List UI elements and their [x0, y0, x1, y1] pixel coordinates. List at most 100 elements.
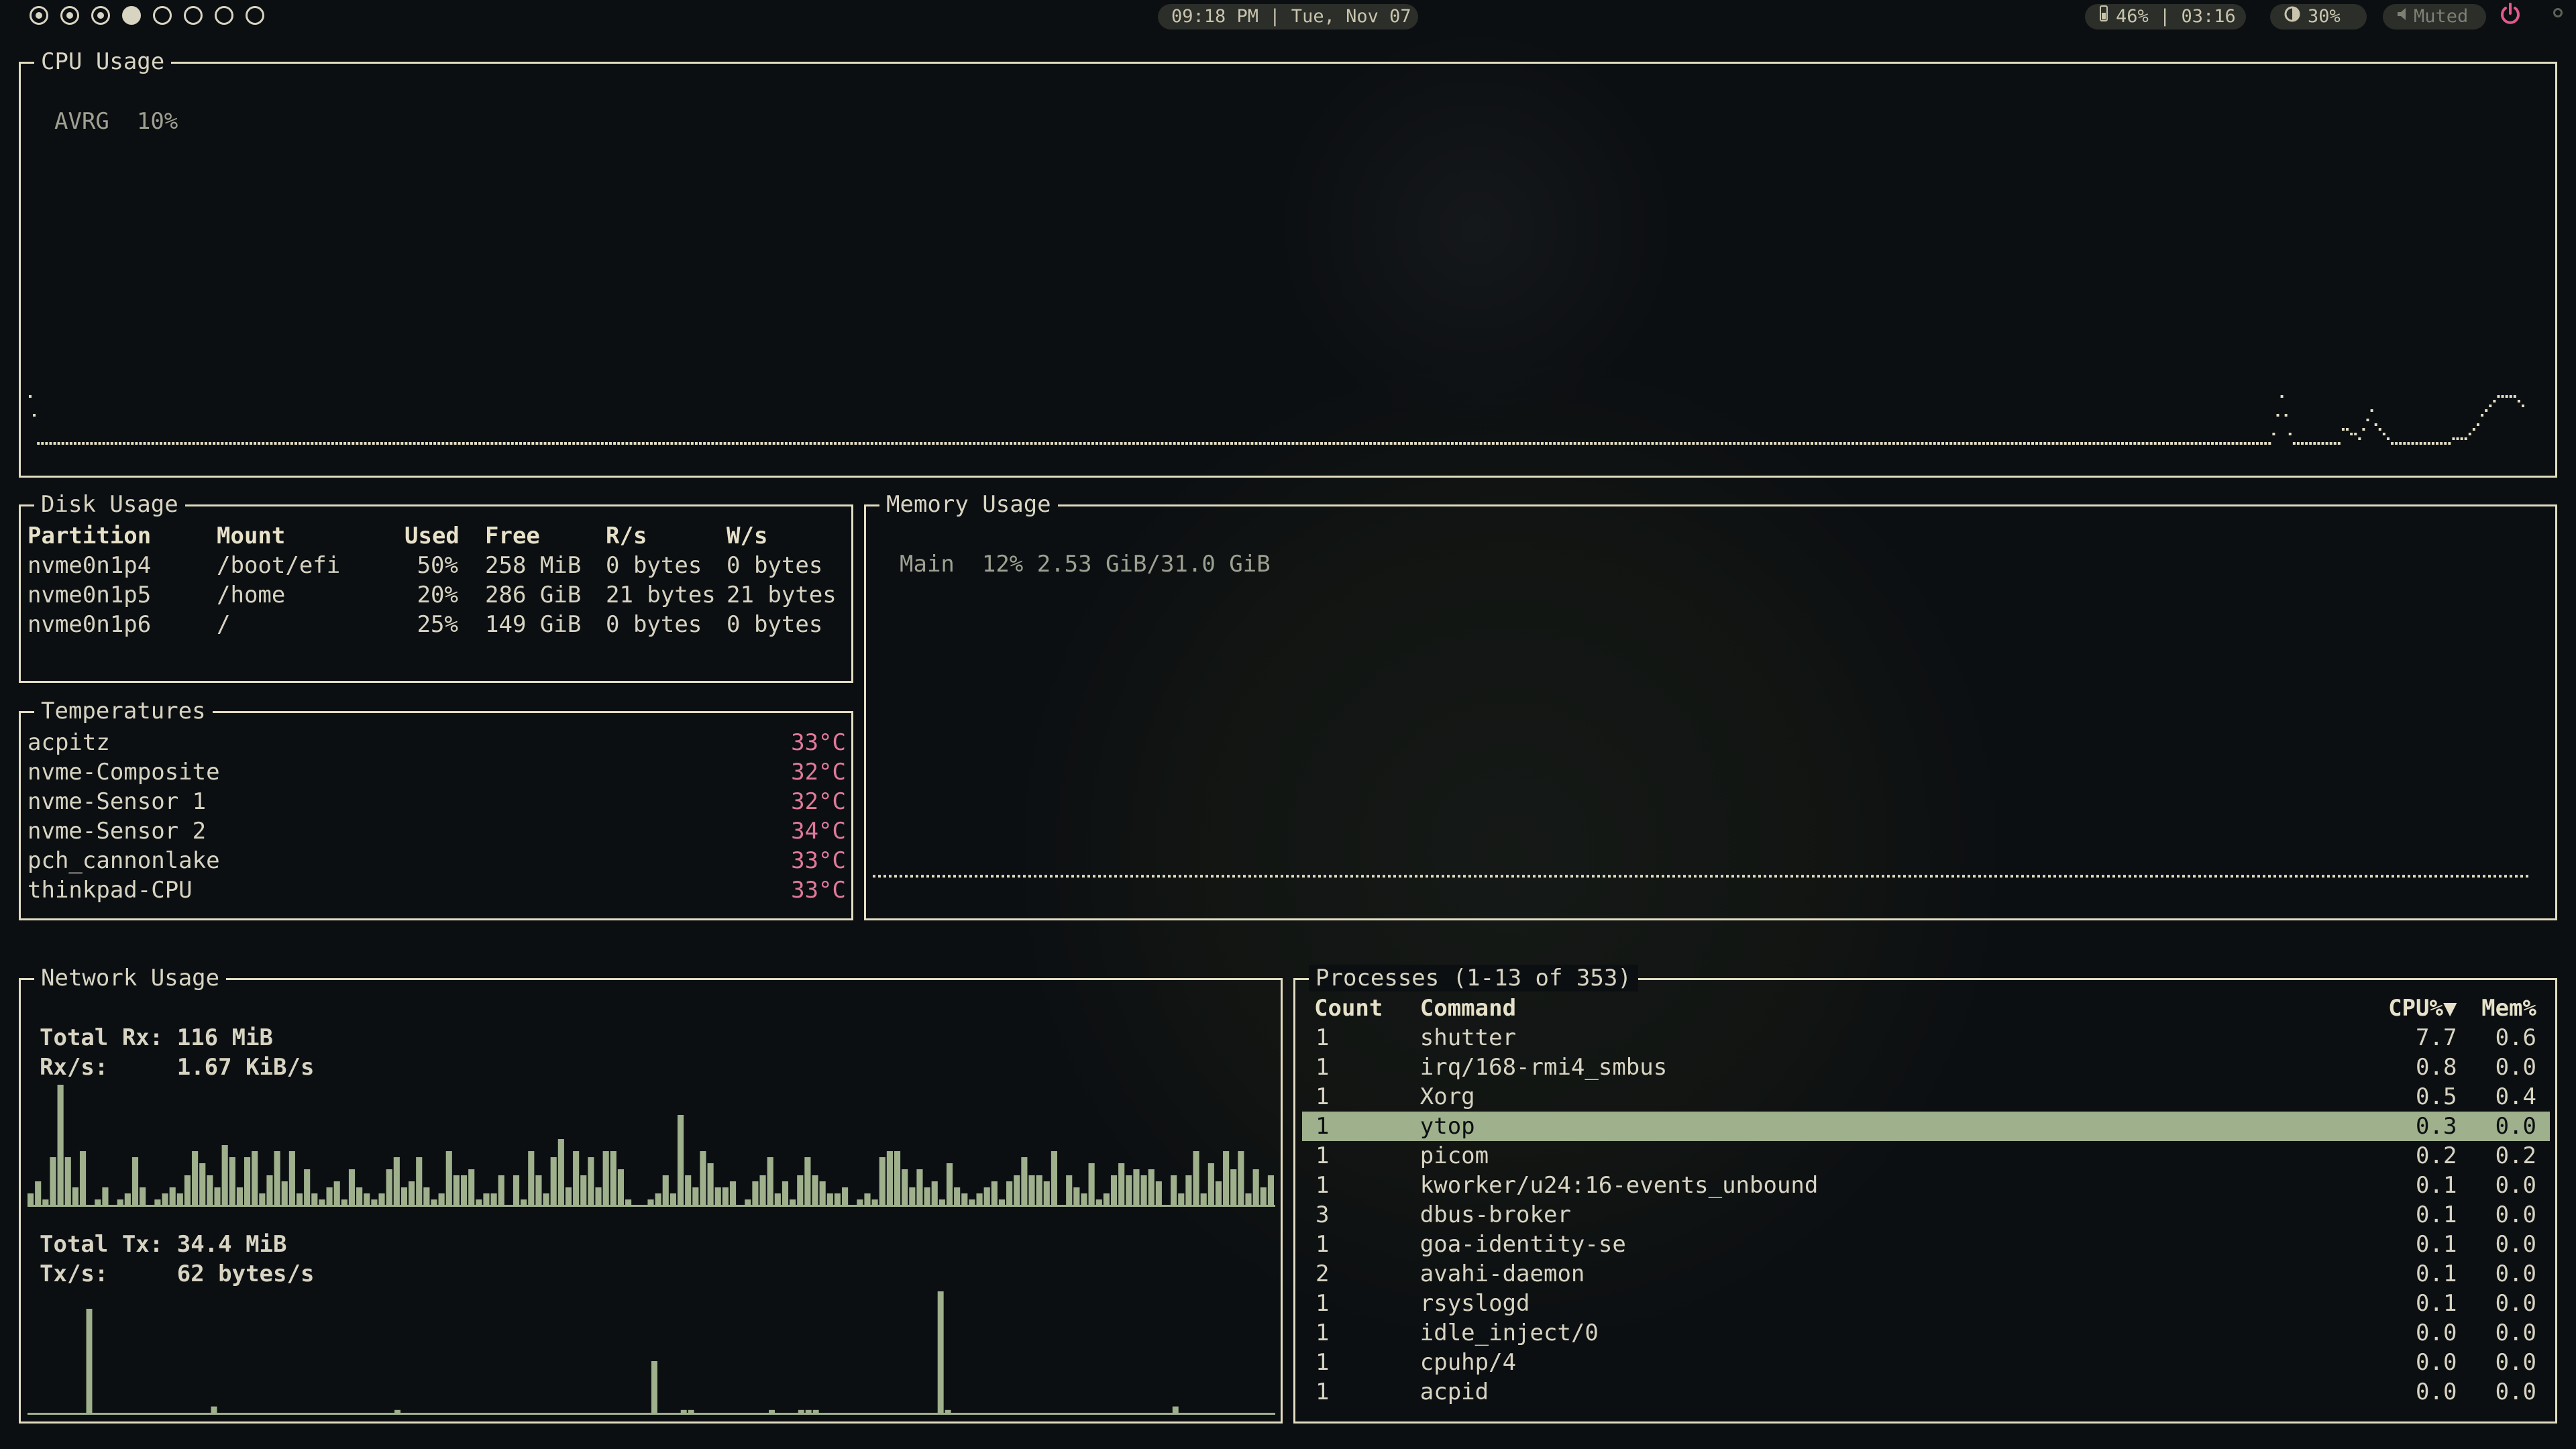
process-row[interactable]: 3 dbus-broker 0.1 0.0	[1302, 1200, 2550, 1230]
cpu-point	[1945, 442, 1949, 445]
cpu-point	[2068, 442, 2071, 445]
cpu-point	[2125, 442, 2129, 445]
process-row[interactable]: 1 kworker/u24:16-events_unbound 0.1 0.0	[1302, 1171, 2550, 1200]
cpu-point	[2084, 442, 2088, 445]
memory-point	[1345, 875, 1348, 878]
brightness-pill[interactable]: 30%	[2270, 4, 2367, 30]
workspace-8-icon[interactable]	[246, 6, 264, 25]
volume-pill[interactable]: Muted	[2383, 4, 2486, 30]
process-row[interactable]: 1 goa-identity-se 0.1 0.0	[1302, 1230, 2550, 1259]
memory-point	[1603, 875, 1605, 878]
workspace-3-icon[interactable]	[91, 6, 110, 25]
cpu-point	[719, 442, 722, 445]
cpu-point	[539, 442, 543, 445]
clock-text: 09:18 PM | Tue, Nov 07	[1171, 6, 1411, 27]
process-cell: 0.0	[2495, 1320, 2536, 1346]
cpu-point	[61, 442, 64, 445]
power-icon[interactable]	[2500, 3, 2521, 33]
memory-point	[980, 875, 983, 878]
memory-point	[1350, 875, 1353, 878]
process-row[interactable]: 1 idle_inject/0 0.0 0.0	[1302, 1318, 2550, 1348]
process-row[interactable]: 1 irq/168-rmi4_smbus 0.8 0.0	[1302, 1053, 2550, 1082]
memory-point	[1340, 875, 1342, 878]
process-row[interactable]: 1 shutter 7.7 0.6	[1302, 1023, 2550, 1053]
cpu-point	[576, 442, 580, 445]
disk-row: nvme0n1p6 / 25% 149 GiB 0 bytes 0 bytes	[28, 610, 847, 639]
cpu-point	[1508, 442, 1511, 445]
process-header-cell[interactable]: Count	[1302, 994, 1420, 1023]
process-row[interactable]: 1 rsyslogd 0.1 0.0	[1302, 1289, 2550, 1318]
sparkline-bar	[916, 1169, 923, 1205]
process-header-cell[interactable]: Command	[1420, 994, 2358, 1023]
processes-table[interactable]: Count Command CPU%▼ Mem% 1 shutter 7.7 0.6 1 irq/…	[1302, 994, 2550, 1407]
cpu-point	[2063, 442, 2067, 445]
cpu-point	[1957, 442, 1961, 445]
process-row[interactable]: 1 cpuhp/4 0.0 0.0	[1302, 1348, 2550, 1377]
memory-point	[1324, 875, 1326, 878]
workspace-4-icon[interactable]	[122, 6, 141, 25]
workspace-5-icon[interactable]	[153, 6, 172, 25]
process-cell: 1	[1316, 1231, 1330, 1258]
process-header-row[interactable]: Count Command CPU%▼ Mem%	[1302, 994, 2550, 1023]
cpu-point	[417, 442, 420, 445]
cpu-point	[817, 442, 820, 445]
cpu-point	[98, 442, 101, 445]
cpu-point	[2505, 395, 2508, 398]
workspace-2-icon[interactable]	[60, 6, 79, 25]
workspace-1-icon[interactable]	[30, 6, 48, 25]
memory-point	[2214, 875, 2217, 878]
cpu-point	[409, 442, 412, 445]
cpu-point	[2325, 442, 2328, 445]
process-cell: 3	[1316, 1201, 1330, 1228]
memory-point	[2021, 875, 2024, 878]
clock-pill[interactable]: 09:18 PM | Tue, Nov 07	[1158, 4, 1418, 30]
process-row[interactable]: 2 avahi-daemon 0.1 0.0	[1302, 1259, 2550, 1289]
memory-point	[948, 875, 951, 878]
battery-pill[interactable]: 46% | 03:16	[2085, 4, 2246, 30]
cpu-point	[609, 442, 612, 445]
disk-cell: 258 MiB	[485, 552, 582, 579]
cpu-point	[1998, 442, 2002, 445]
cpu-point	[1741, 442, 1744, 445]
process-cell: 0.1	[2416, 1172, 2457, 1199]
sparkline-bar	[588, 1157, 594, 1205]
process-header-cell[interactable]: CPU%▼	[2357, 994, 2457, 1023]
status-bar: 09:18 PM | Tue, Nov 07 46% | 03:16 30% M…	[0, 0, 2576, 35]
process-row[interactable]: 1 ytop 0.3 0.0	[1302, 1112, 2550, 1141]
sensor-name: acpitz	[28, 729, 110, 756]
process-header-cell[interactable]: Mem%	[2457, 994, 2550, 1023]
cpu-point	[989, 442, 992, 445]
memory-point	[1914, 875, 1917, 878]
process-row[interactable]: 1 acpid 0.0 0.0	[1302, 1377, 2550, 1407]
cpu-point	[1479, 442, 1483, 445]
memory-point	[1098, 875, 1101, 878]
process-row[interactable]: 1 Xorg 0.5 0.4	[1302, 1082, 2550, 1112]
sparkline-bar	[1200, 1193, 1207, 1205]
cpu-point	[425, 442, 428, 445]
cpu-point	[1459, 442, 1462, 445]
cpu-point	[2031, 442, 2034, 445]
cpu-point	[303, 442, 306, 445]
sparkline-bar	[468, 1169, 475, 1205]
cpu-point	[1169, 442, 1172, 445]
memory-point	[1420, 875, 1423, 878]
memory-point	[2080, 875, 2083, 878]
memory-point	[1109, 875, 1112, 878]
memory-point	[1785, 875, 1788, 878]
memory-point	[1678, 875, 1680, 878]
memory-point	[1511, 875, 1514, 878]
process-row[interactable]: 1 picom 0.2 0.2	[1302, 1141, 2550, 1171]
cpu-point	[2153, 442, 2157, 445]
cpu-point	[2321, 442, 2324, 445]
cpu-point	[1030, 442, 1033, 445]
workspace-6-icon[interactable]	[184, 6, 203, 25]
cpu-point	[90, 442, 93, 445]
cpu-point	[294, 442, 297, 445]
cpu-point	[274, 442, 277, 445]
memory-point	[1957, 875, 1960, 878]
cpu-point	[1806, 442, 1809, 445]
cpu-point	[1528, 442, 1532, 445]
cpu-point	[221, 442, 224, 445]
workspace-7-icon[interactable]	[215, 6, 233, 25]
memory-point	[1549, 875, 1552, 878]
